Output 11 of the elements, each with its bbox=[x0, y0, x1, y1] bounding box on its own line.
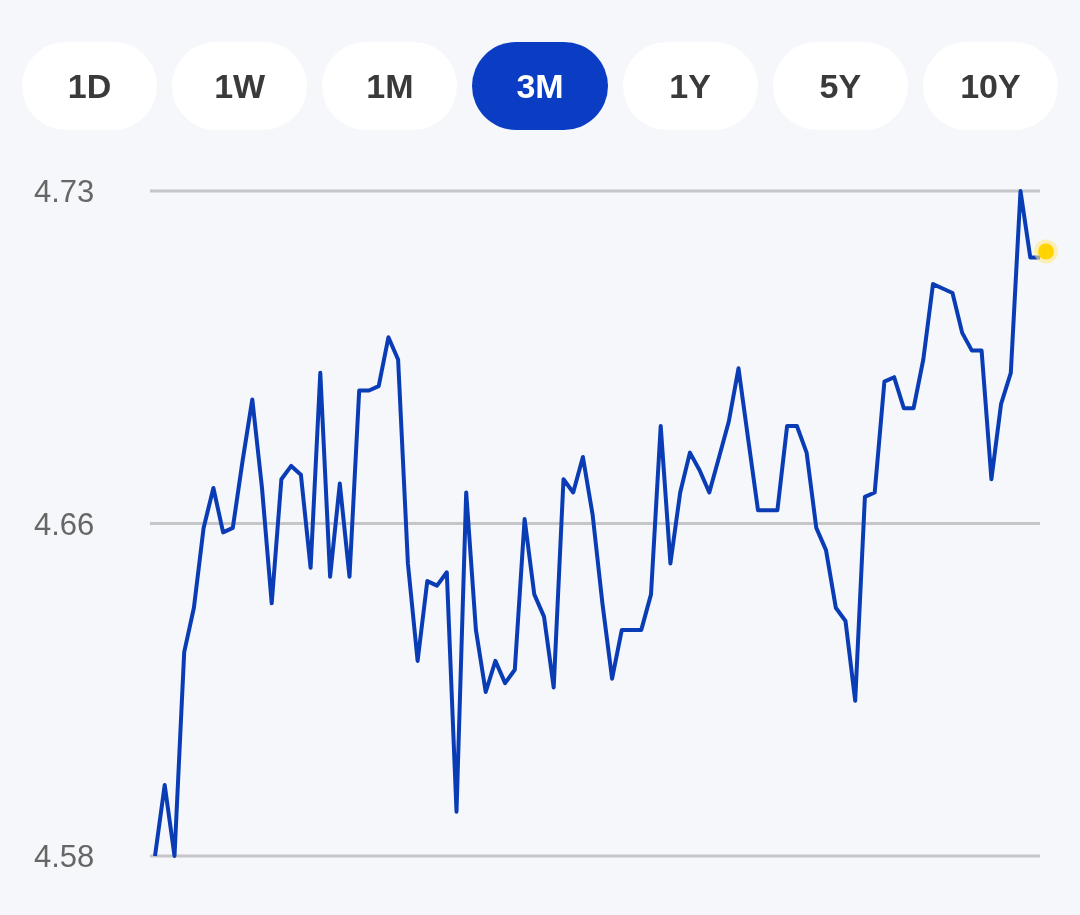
y-axis-label: 4.73 bbox=[34, 174, 95, 209]
range-tab[interactable]: 5Y bbox=[772, 42, 908, 130]
y-axis-label: 4.66 bbox=[34, 506, 95, 542]
current-value-dot bbox=[1034, 239, 1058, 264]
range-tab[interactable]: 10Y bbox=[922, 42, 1058, 130]
y-axis-label: 4.58 bbox=[34, 839, 95, 874]
range-tab[interactable]: 1W bbox=[172, 42, 308, 130]
range-tab[interactable]: 3M bbox=[472, 42, 608, 130]
range-tab[interactable]: 1M bbox=[322, 42, 458, 130]
range-tab[interactable]: 1D bbox=[22, 42, 158, 130]
range-tab[interactable]: 1Y bbox=[622, 42, 758, 130]
